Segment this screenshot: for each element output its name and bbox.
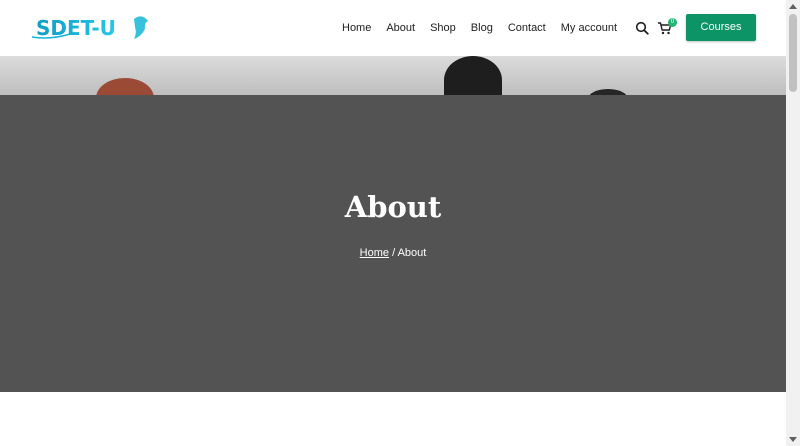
main-nav: Home About Shop Blog Contact My account	[342, 0, 632, 56]
nav-about[interactable]: About	[386, 0, 415, 56]
cart-count-badge: 0	[668, 18, 677, 27]
page-content	[0, 392, 786, 446]
site-header: SDET-U Home About Shop Blog Contact My a…	[0, 0, 786, 56]
scroll-down-arrow[interactable]	[789, 437, 797, 442]
person-head-center	[444, 56, 502, 96]
breadcrumb-separator: /	[389, 247, 398, 259]
person-head-left	[96, 78, 154, 96]
svg-text:SDET-U: SDET-U	[36, 16, 116, 40]
page-hero	[0, 95, 786, 392]
nav-my-account[interactable]: My account	[561, 0, 617, 56]
nav-contact[interactable]: Contact	[508, 0, 546, 56]
courses-button[interactable]: Courses	[686, 14, 756, 41]
nav-shop[interactable]: Shop	[430, 0, 456, 56]
page-scrollbar[interactable]	[786, 0, 800, 446]
page: SDET-U Home About Shop Blog Contact My a…	[0, 0, 786, 446]
search-icon[interactable]	[635, 21, 649, 35]
breadcrumb-home-link[interactable]: Home	[360, 247, 389, 259]
nav-blog[interactable]: Blog	[471, 0, 493, 56]
site-logo[interactable]: SDET-U	[30, 13, 154, 43]
nav-home[interactable]: Home	[342, 0, 371, 56]
scroll-up-arrow[interactable]	[789, 4, 797, 9]
breadcrumb: Home / About	[0, 247, 786, 259]
page-title: About	[344, 190, 442, 224]
breadcrumb-current: About	[397, 247, 427, 259]
scrollbar-thumb[interactable]	[789, 14, 797, 92]
hero-background-image	[0, 56, 786, 96]
